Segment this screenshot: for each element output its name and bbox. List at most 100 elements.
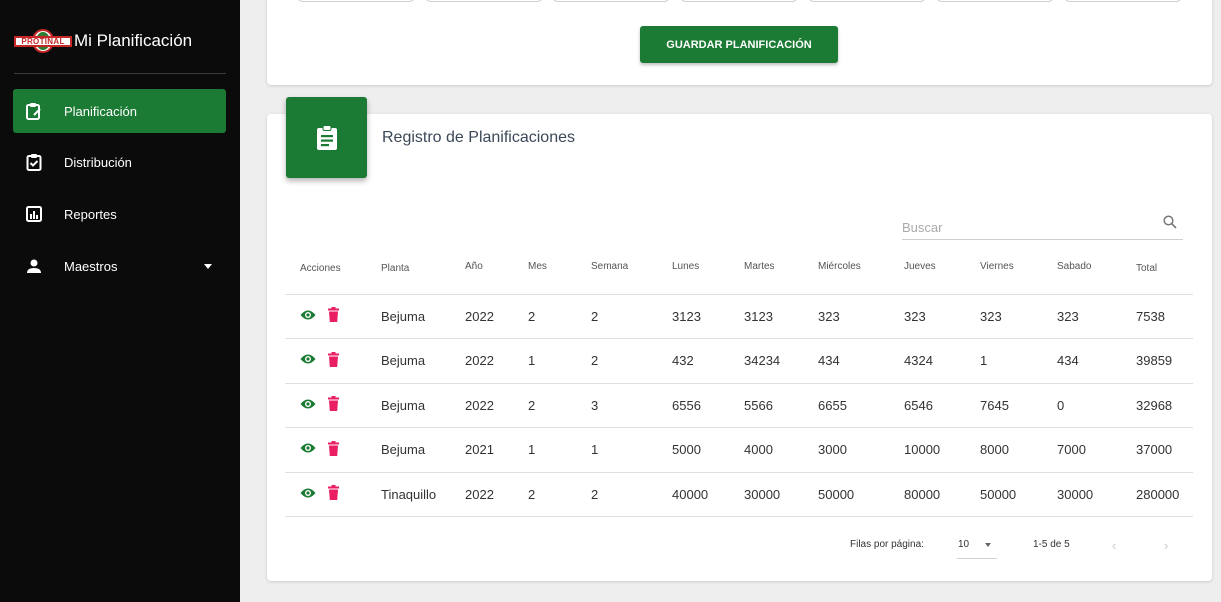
view-icon[interactable] [300,487,316,502]
table-cell: 30000 [729,472,803,517]
chevron-down-icon [204,264,212,269]
table-cell: 323 [965,294,1042,339]
clipboard-edit-icon [25,102,43,120]
form-field[interactable] [1064,0,1182,2]
form-field[interactable] [297,0,415,2]
table-cell: 1 [965,338,1042,384]
view-icon[interactable] [300,398,316,413]
table-header-row: Acciones Planta Año Mes Semana Lunes Mar… [285,244,1193,295]
table-cell: 6546 [889,383,965,428]
delete-icon[interactable] [328,351,339,370]
brand[interactable]: PROTINAL Mi Planificación [14,24,226,58]
table-cell: 8000 [965,427,1042,473]
protinal-logo: PROTINAL [14,29,72,53]
table-cell: Bejuma [366,338,450,384]
sidebar-item-label: Maestros [64,258,118,274]
sidebar-divider [14,73,226,74]
prev-page-button[interactable]: ‹ [1112,538,1116,553]
table-cell: 2022 [450,472,513,517]
col-header[interactable]: Mes [513,244,576,295]
rows-per-page-select[interactable]: 10 [957,539,997,559]
table-cell: 6556 [657,383,729,428]
table-cell: 3000 [803,427,889,473]
table-cell: 2 [576,294,657,339]
planning-table: Acciones Planta Año Mes Semana Lunes Mar… [285,244,1193,517]
sidebar-item-distribucion[interactable]: Distribución [13,140,226,184]
sidebar-item-maestros[interactable]: Maestros [13,244,226,288]
table-cell: 1 [513,427,576,473]
table-cell: 30000 [1042,472,1121,517]
row-actions [285,338,366,384]
col-header[interactable]: Miércoles [803,244,889,295]
table-cell: 434 [1042,338,1121,384]
bar-chart-icon [25,205,43,223]
delete-icon[interactable] [328,485,339,503]
table-cell: 5000 [657,427,729,473]
col-header[interactable]: Lunes [657,244,729,295]
table-cell: 3 [576,383,657,428]
col-header[interactable]: Viernes [965,244,1042,295]
records-card: Registro de Planificaciones Acciones Pla… [267,97,1212,581]
clipboard-check-icon [25,153,43,171]
sidebar-item-label: Reportes [64,206,117,222]
view-icon[interactable] [300,309,316,324]
form-field[interactable] [552,0,670,2]
table-row: Tinaquillo 2022 2 2 40000 30000 50000 80000 5000… [285,472,1193,517]
row-actions [285,383,366,428]
table-cell: 2 [576,338,657,384]
table-cell: 4324 [889,338,965,384]
row-actions [285,294,366,339]
table-cell: Bejuma [366,383,450,428]
table-cell: 39859 [1121,338,1193,384]
form-field[interactable] [808,0,926,2]
table-cell: 323 [889,294,965,339]
table-cell: 3123 [729,294,803,339]
form-field[interactable] [425,0,543,2]
form-field[interactable] [936,0,1054,2]
table-cell: 80000 [889,472,965,517]
search-icon[interactable] [1163,215,1177,234]
table-cell: 434 [803,338,889,384]
table-cell: 7000 [1042,427,1121,473]
table-cell: 0 [1042,383,1121,428]
table-cell: 323 [803,294,889,339]
table-cell: 50000 [965,472,1042,517]
delete-icon[interactable] [328,396,339,414]
table-cell: Tinaquillo [366,472,450,517]
col-header[interactable]: Planta [366,244,450,295]
delete-icon[interactable] [328,440,339,459]
table-cell: 3123 [657,294,729,339]
col-header[interactable]: Martes [729,244,803,295]
col-header[interactable]: Semana [576,244,657,295]
row-actions [285,427,366,473]
search-input[interactable] [902,210,1142,238]
table-cell: 432 [657,338,729,384]
table-cell: Bejuma [366,427,450,473]
sidebar-item-reportes[interactable]: Reportes [13,192,226,236]
table-cell: 2 [513,383,576,428]
table-cell: 323 [1042,294,1121,339]
table-row: Bejuma 2022 1 2 432 34234 434 4324 1 434 39859 [285,338,1193,384]
table-cell: 7645 [965,383,1042,428]
person-icon [25,257,43,275]
sidebar-item-planificacion[interactable]: Planificación [13,89,226,133]
col-header[interactable]: Sabado [1042,244,1121,295]
col-header[interactable]: Total [1121,244,1193,295]
table-cell: 40000 [657,472,729,517]
view-icon[interactable] [300,442,316,457]
form-field[interactable] [680,0,798,2]
next-page-button[interactable]: › [1164,538,1168,553]
rows-per-page-label: Filas por página: [850,539,924,550]
view-icon[interactable] [300,353,316,368]
table-cell: 34234 [729,338,803,384]
table-cell: 2022 [450,294,513,339]
chevron-down-icon [985,543,991,547]
col-header[interactable]: Año [450,244,513,295]
save-planning-button[interactable]: GUARDAR PLANIFICACIÓN [640,26,838,63]
col-header[interactable]: Jueves [889,244,965,295]
table-row: Bejuma 2022 2 3 6556 5566 6655 6546 7645 0 32968 [285,383,1193,428]
table-cell: 32968 [1121,383,1193,428]
table-cell: 1 [576,427,657,473]
table-cell: 2 [513,294,576,339]
delete-icon[interactable] [328,307,339,325]
